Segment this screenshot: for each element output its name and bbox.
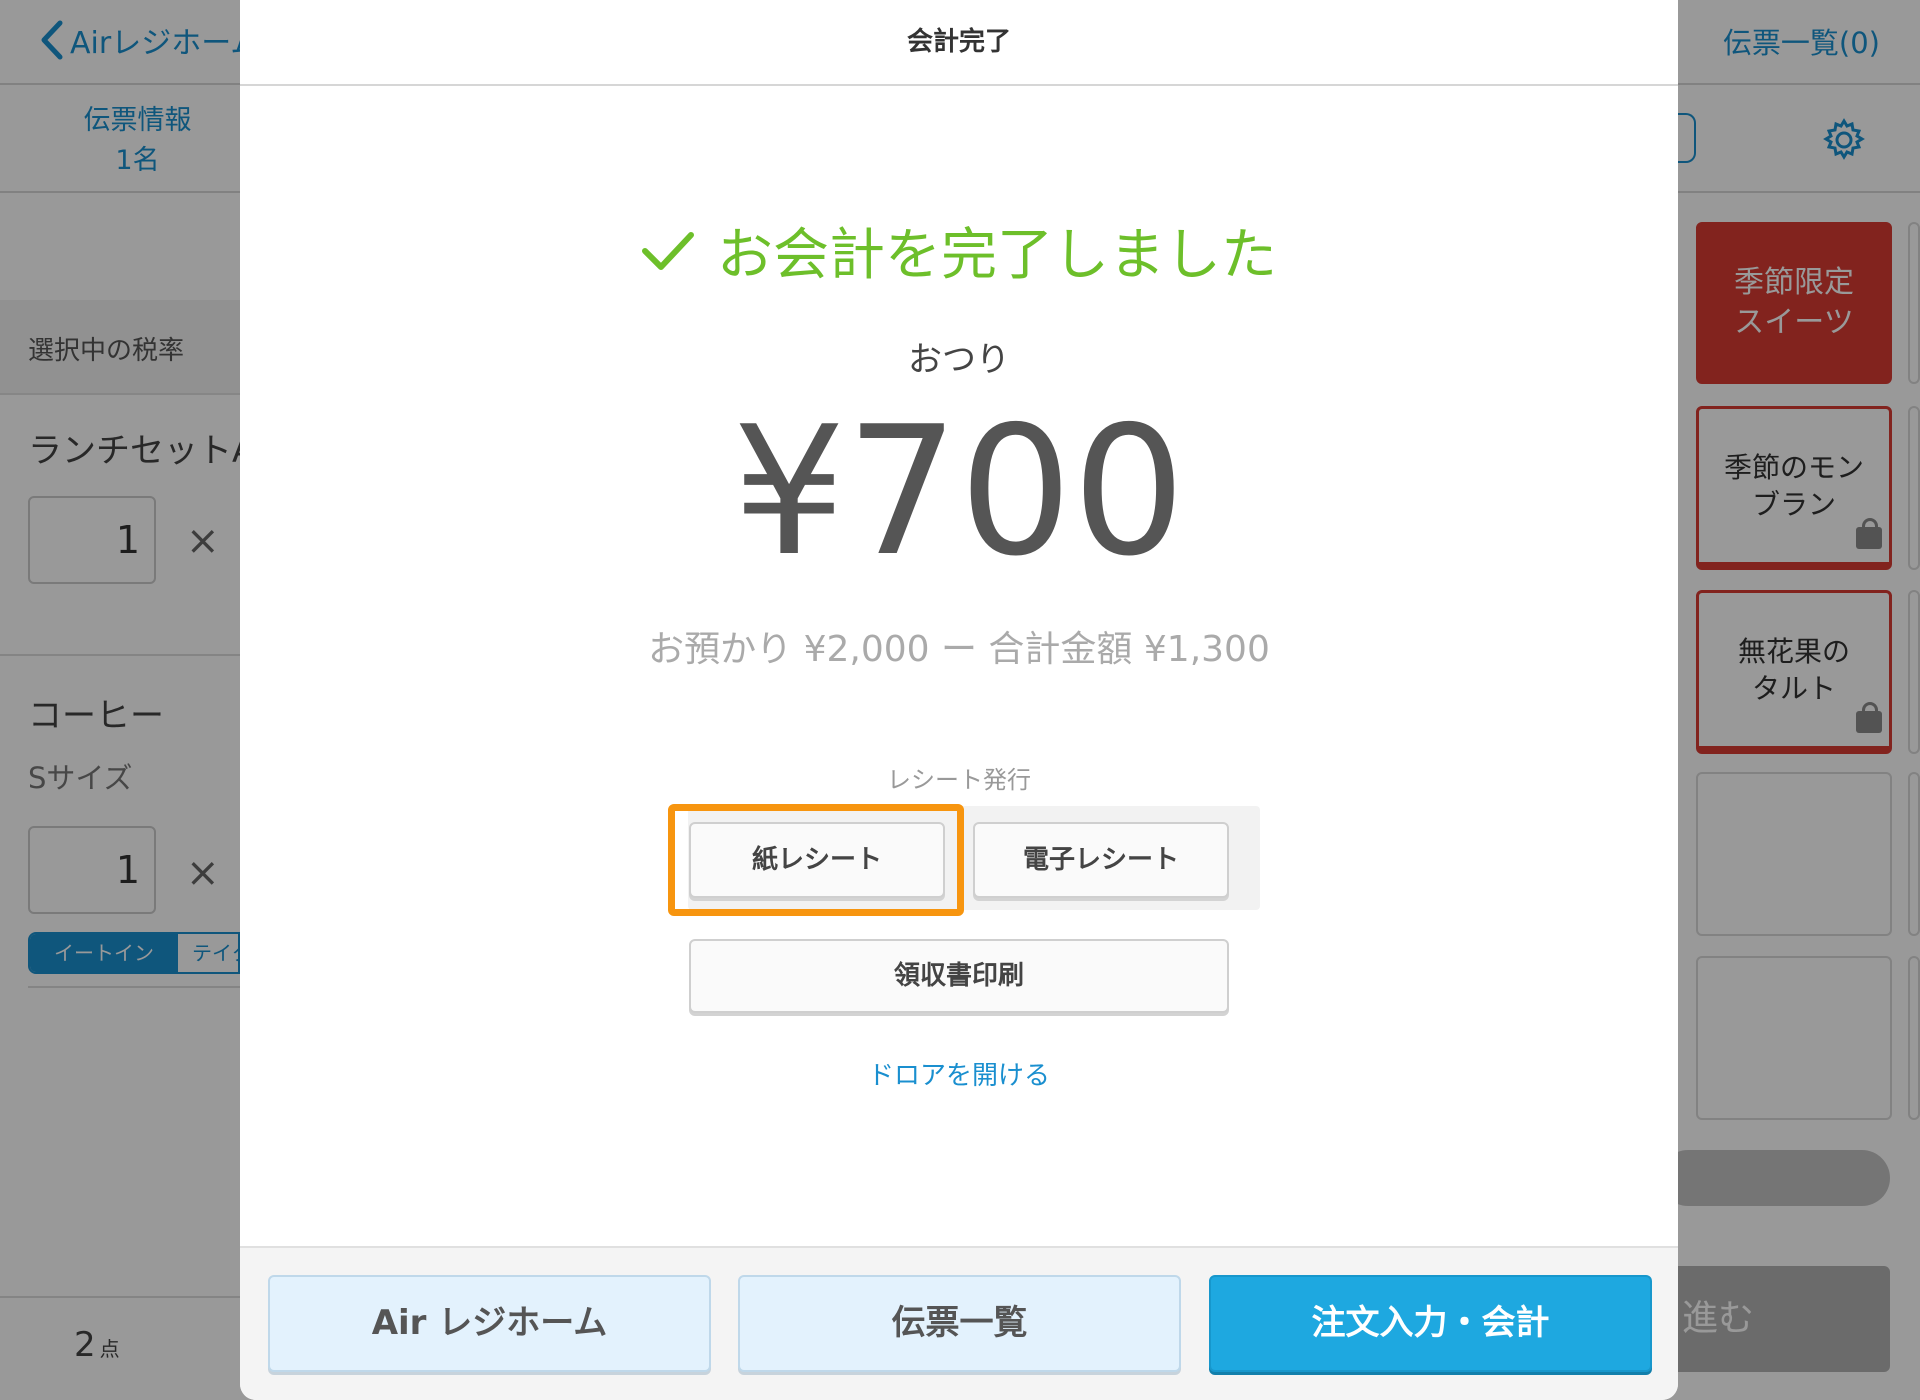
paper-receipt-highlight [668, 804, 964, 916]
airregi-home-button[interactable]: Air レジホーム [268, 1275, 711, 1372]
change-label: おつり [908, 340, 1010, 380]
modal-title: 会計完了 [240, 0, 1678, 86]
change-amount: ¥700 [732, 388, 1186, 595]
success-message: お会計を完了しました [240, 210, 1678, 291]
receipt-section-label: レシート発行 [887, 766, 1031, 794]
order-entry-button[interactable]: 注文入力・会計 [1209, 1275, 1652, 1372]
e-receipt-button[interactable]: 電子レシート [973, 822, 1229, 898]
payment-complete-modal: 会計完了 お会計を完了しました おつり ¥700 お預かり ¥2,000 ー 合… [240, 0, 1678, 1400]
success-text: お会計を完了しました [717, 223, 1277, 288]
payment-breakdown: お預かり ¥2,000 ー 合計金額 ¥1,300 [648, 629, 1270, 670]
print-invoice-button[interactable]: 領収書印刷 [689, 939, 1229, 1013]
check-icon [642, 231, 694, 270]
slip-list-button[interactable]: 伝票一覧 [738, 1275, 1181, 1372]
open-drawer-link[interactable]: ドロアを開ける [240, 1055, 1678, 1092]
